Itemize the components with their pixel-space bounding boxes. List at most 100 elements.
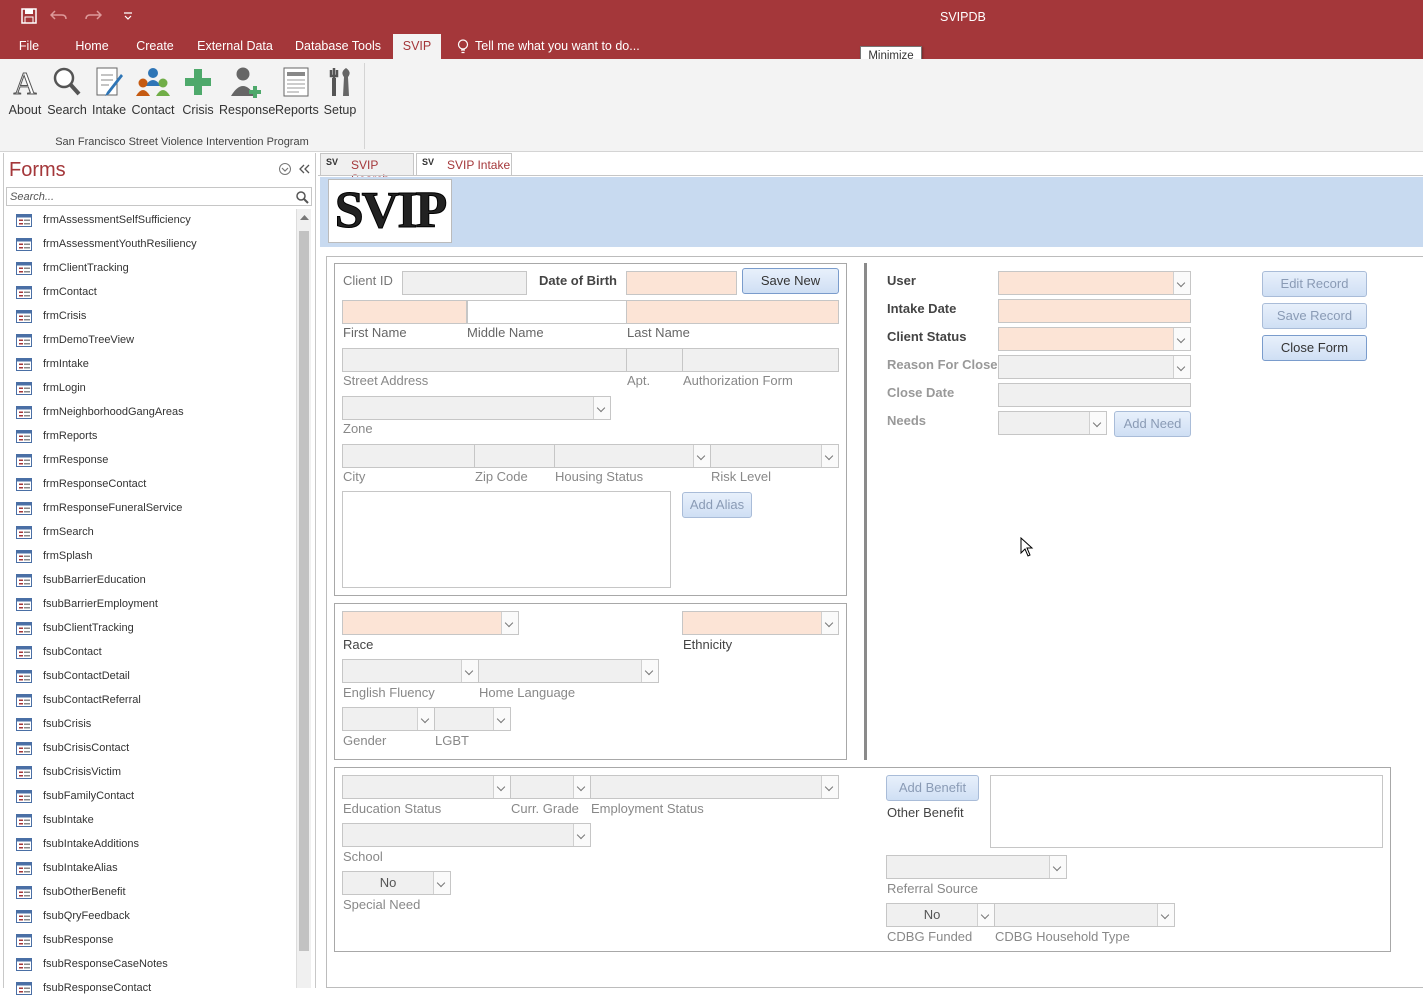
cdbg-funded-dropdown[interactable]: No <box>886 903 995 927</box>
undo-icon[interactable] <box>50 9 68 21</box>
ribbon-group-label: San Francisco Street Violence Interventi… <box>55 136 309 148</box>
education-status-dropdown[interactable] <box>342 775 511 799</box>
reason-for-close-dropdown[interactable] <box>998 355 1191 379</box>
close-form-button[interactable]: Close Form <box>1262 335 1367 361</box>
navpane-item-label: fsubIntake <box>43 814 94 826</box>
tab-database-tools[interactable]: Database Tools <box>290 34 386 59</box>
chevron-down-icon <box>417 708 434 730</box>
needs-label: Needs <box>887 413 927 428</box>
edit-record-button[interactable]: Edit Record <box>1262 271 1367 297</box>
search-button[interactable]: Search <box>47 63 87 123</box>
add-alias-button[interactable]: Add Alias <box>682 492 752 518</box>
intake-button[interactable]: Intake <box>90 63 128 123</box>
lgbt-dropdown[interactable] <box>434 707 511 731</box>
window-title: SVIPDB <box>940 10 986 24</box>
intake-date-label: Intake Date <box>887 301 957 316</box>
last-name-field[interactable] <box>626 300 839 324</box>
middle-name-label: Middle Name <box>467 325 544 340</box>
reports-button[interactable]: Reports <box>275 63 319 123</box>
navpane-scrollbar[interactable] <box>296 209 311 988</box>
form-object-icon <box>16 502 32 515</box>
collapse-pane-icon[interactable] <box>298 164 310 174</box>
doc-tab-svip-search[interactable]: SV SVIP Search <box>320 153 414 186</box>
scroll-up-icon[interactable] <box>300 214 309 220</box>
intake-date-field[interactable] <box>998 299 1191 323</box>
save-new-button[interactable]: Save New <box>742 268 839 294</box>
about-button[interactable]: A About <box>6 63 44 123</box>
user-dropdown[interactable] <box>998 271 1191 295</box>
navpane-menu-icon[interactable] <box>279 163 291 175</box>
close-date-field <box>998 383 1191 407</box>
needs-dropdown[interactable] <box>998 411 1107 435</box>
navpane-item-label: fsubResponse <box>43 934 114 946</box>
navpane-item-label: fsubResponseCaseNotes <box>43 958 168 970</box>
alias-subform[interactable] <box>342 491 671 588</box>
form-object-icon <box>16 862 32 875</box>
home-language-dropdown[interactable] <box>478 659 659 683</box>
form-object-icon <box>16 358 32 371</box>
school-dropdown[interactable] <box>342 823 591 847</box>
client-status-dropdown[interactable] <box>998 327 1191 351</box>
zone-dropdown[interactable] <box>342 396 611 420</box>
setup-icon <box>329 68 350 96</box>
setup-button[interactable]: Setup <box>321 63 359 123</box>
search-icon[interactable] <box>295 190 309 204</box>
form-object-icon <box>16 334 32 347</box>
client-id-field <box>402 271 527 295</box>
contact-button[interactable]: Contact <box>130 63 176 123</box>
current-grade-dropdown[interactable] <box>510 775 591 799</box>
special-need-dropdown[interactable]: No <box>342 871 451 895</box>
referral-source-dropdown[interactable] <box>886 855 1067 879</box>
dob-field[interactable] <box>626 271 737 295</box>
navpane-item-label: fsubBarrierEmployment <box>43 598 158 610</box>
tab-svip[interactable]: SVIP <box>393 34 441 59</box>
first-name-field[interactable] <box>342 300 467 324</box>
crisis-button[interactable]: Crisis <box>180 63 216 123</box>
cdbg-household-type-dropdown[interactable] <box>994 903 1175 927</box>
form-object-icon <box>16 646 32 659</box>
navpane-search-input[interactable]: Search... <box>6 187 312 206</box>
customize-toolbar-icon[interactable] <box>123 12 133 20</box>
redo-icon[interactable] <box>84 9 102 21</box>
save-record-button[interactable]: Save Record <box>1262 303 1367 329</box>
english-fluency-dropdown[interactable] <box>342 659 479 683</box>
tab-create[interactable]: Create <box>130 34 180 59</box>
form-object-icon <box>16 790 32 803</box>
employment-status-dropdown[interactable] <box>590 775 839 799</box>
risk-level-dropdown[interactable] <box>710 444 839 468</box>
save-icon[interactable] <box>21 8 37 24</box>
gender-dropdown[interactable] <box>342 707 435 731</box>
zip-code-label: Zip Code <box>475 469 528 484</box>
ethnicity-dropdown[interactable] <box>682 611 839 635</box>
street-address-label: Street Address <box>343 373 429 388</box>
form-object-icon <box>16 430 32 443</box>
response-button[interactable]: Response <box>219 63 275 123</box>
tab-home[interactable]: Home <box>68 34 116 59</box>
other-benefit-subform[interactable] <box>990 775 1383 848</box>
add-need-button[interactable]: Add Need <box>1114 411 1191 437</box>
add-benefit-button[interactable]: Add Benefit <box>886 775 979 801</box>
cdbg-household-type-label: CDBG Household Type <box>995 929 1130 944</box>
ribbon: A About Search Intake Contact Crisis Res… <box>0 59 1423 152</box>
housing-status-dropdown[interactable] <box>554 444 711 468</box>
middle-name-field[interactable] <box>467 300 627 324</box>
form-object-icon <box>16 406 32 419</box>
tab-external-data[interactable]: External Data <box>194 34 276 59</box>
reports-icon <box>283 67 309 97</box>
doc-tab-svip-intake[interactable]: SV SVIP Intake <box>416 153 512 175</box>
chevron-down-icon <box>1173 328 1190 350</box>
chevron-down-icon <box>1089 412 1106 434</box>
svip-logo-text: SVIP <box>334 182 447 240</box>
chevron-down-icon <box>433 872 450 894</box>
gender-label: Gender <box>343 733 387 748</box>
form-object-icon <box>16 886 32 899</box>
housing-status-label: Housing Status <box>555 469 644 484</box>
race-dropdown[interactable] <box>342 611 519 635</box>
navpane-scroll-thumb[interactable] <box>299 231 309 951</box>
tab-file[interactable]: File <box>8 34 50 59</box>
title-bar: SVIPDB <box>0 0 1423 34</box>
navpane-item-label: frmCrisis <box>43 310 87 322</box>
navpane-item-label: frmSplash <box>43 550 93 562</box>
tell-me-input[interactable]: Tell me what you want to do... <box>475 39 640 53</box>
form-object-icon <box>16 694 32 707</box>
